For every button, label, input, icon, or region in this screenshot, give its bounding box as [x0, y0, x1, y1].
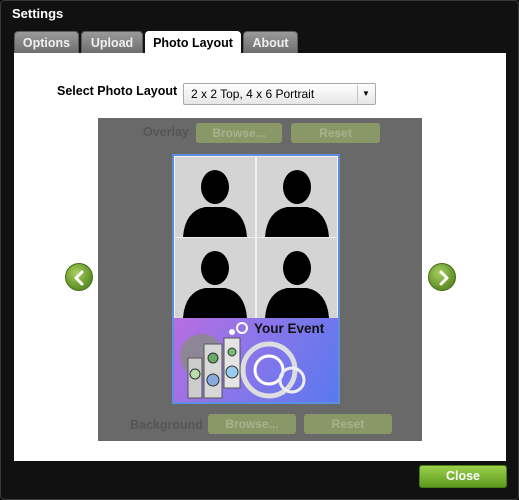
tab-upload[interactable]: Upload [81, 31, 143, 53]
photo-slot [257, 157, 337, 237]
close-button[interactable]: Close [419, 465, 507, 488]
layout-preview-stage: Overlay Browse... Reset Your Event Backg… [98, 118, 422, 441]
previous-layout-button[interactable] [65, 263, 93, 291]
chevron-left-icon [74, 270, 84, 286]
window-title: Settings [12, 6, 64, 21]
overlay-reset-button[interactable]: Reset [291, 123, 380, 143]
person-silhouette-icon [265, 170, 329, 237]
select-layout-label: Select Photo Layout [57, 84, 178, 98]
tab-photo-layout[interactable]: Photo Layout [145, 31, 241, 54]
background-label: Background [130, 418, 203, 432]
person-silhouette-icon [265, 251, 329, 318]
chevron-right-icon [439, 270, 449, 286]
tab-about[interactable]: About [243, 31, 298, 53]
settings-window: Settings Options Upload Photo Layout Abo… [0, 0, 519, 500]
layout-select[interactable]: 2 x 2 Top, 4 x 6 Portrait ▼ [183, 83, 376, 105]
overlay-label: Overlay [143, 125, 189, 139]
event-banner: Your Event [174, 318, 338, 402]
next-layout-button[interactable] [428, 263, 456, 291]
background-reset-button[interactable]: Reset [304, 414, 392, 434]
person-silhouette-icon [183, 170, 247, 237]
event-title: Your Event [254, 321, 325, 336]
photo-layout-panel: Select Photo Layout 2 x 2 Top, 4 x 6 Por… [14, 53, 506, 461]
layout-select-value: 2 x 2 Top, 4 x 6 Portrait [191, 87, 315, 101]
layout-preview: Your Event [172, 154, 340, 404]
dropdown-arrow-icon: ▼ [357, 85, 374, 103]
person-silhouette-icon [183, 251, 247, 318]
background-browse-button[interactable]: Browse... [208, 414, 296, 434]
photo-slot [175, 157, 255, 237]
overlay-browse-button[interactable]: Browse... [196, 123, 282, 143]
photo-slot [175, 238, 255, 318]
photo-slot [257, 238, 337, 318]
tab-options[interactable]: Options [14, 31, 79, 53]
